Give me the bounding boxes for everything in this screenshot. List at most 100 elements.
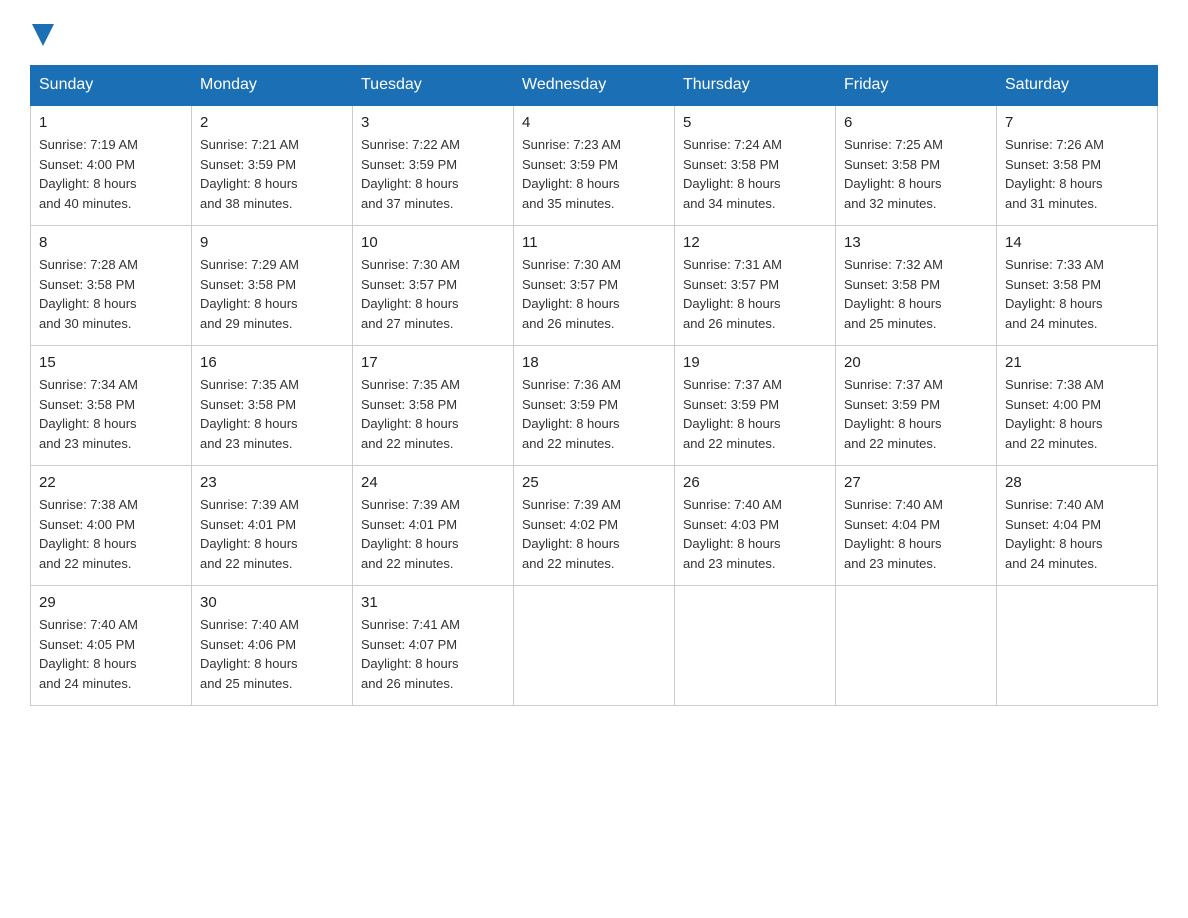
day-info: Sunrise: 7:38 AM Sunset: 4:00 PM Dayligh… — [39, 495, 183, 573]
day-number: 18 — [522, 354, 666, 371]
day-info: Sunrise: 7:37 AM Sunset: 3:59 PM Dayligh… — [844, 375, 988, 453]
column-header-saturday: Saturday — [997, 66, 1158, 106]
logo-triangle-icon — [32, 24, 54, 46]
calendar-week-row: 22 Sunrise: 7:38 AM Sunset: 4:00 PM Dayl… — [31, 466, 1158, 586]
calendar-header-row: SundayMondayTuesdayWednesdayThursdayFrid… — [31, 66, 1158, 106]
day-info: Sunrise: 7:29 AM Sunset: 3:58 PM Dayligh… — [200, 255, 344, 333]
day-number: 11 — [522, 234, 666, 251]
calendar-cell: 8 Sunrise: 7:28 AM Sunset: 3:58 PM Dayli… — [31, 226, 192, 346]
calendar-cell: 28 Sunrise: 7:40 AM Sunset: 4:04 PM Dayl… — [997, 466, 1158, 586]
day-number: 7 — [1005, 114, 1149, 131]
calendar-cell: 16 Sunrise: 7:35 AM Sunset: 3:58 PM Dayl… — [192, 346, 353, 466]
calendar-cell: 10 Sunrise: 7:30 AM Sunset: 3:57 PM Dayl… — [353, 226, 514, 346]
day-number: 5 — [683, 114, 827, 131]
day-number: 14 — [1005, 234, 1149, 251]
day-info: Sunrise: 7:34 AM Sunset: 3:58 PM Dayligh… — [39, 375, 183, 453]
day-number: 28 — [1005, 474, 1149, 491]
day-number: 25 — [522, 474, 666, 491]
day-number: 20 — [844, 354, 988, 371]
calendar-cell: 5 Sunrise: 7:24 AM Sunset: 3:58 PM Dayli… — [675, 105, 836, 226]
calendar-cell: 22 Sunrise: 7:38 AM Sunset: 4:00 PM Dayl… — [31, 466, 192, 586]
calendar-cell: 20 Sunrise: 7:37 AM Sunset: 3:59 PM Dayl… — [836, 346, 997, 466]
calendar-cell — [675, 586, 836, 706]
day-number: 31 — [361, 594, 505, 611]
day-info: Sunrise: 7:39 AM Sunset: 4:01 PM Dayligh… — [200, 495, 344, 573]
day-info: Sunrise: 7:31 AM Sunset: 3:57 PM Dayligh… — [683, 255, 827, 333]
day-info: Sunrise: 7:28 AM Sunset: 3:58 PM Dayligh… — [39, 255, 183, 333]
calendar-cell — [836, 586, 997, 706]
calendar-week-row: 1 Sunrise: 7:19 AM Sunset: 4:00 PM Dayli… — [31, 105, 1158, 226]
day-info: Sunrise: 7:24 AM Sunset: 3:58 PM Dayligh… — [683, 135, 827, 213]
day-info: Sunrise: 7:22 AM Sunset: 3:59 PM Dayligh… — [361, 135, 505, 213]
logo — [30, 20, 54, 45]
calendar-week-row: 29 Sunrise: 7:40 AM Sunset: 4:05 PM Dayl… — [31, 586, 1158, 706]
day-number: 8 — [39, 234, 183, 251]
day-info: Sunrise: 7:33 AM Sunset: 3:58 PM Dayligh… — [1005, 255, 1149, 333]
calendar-cell: 21 Sunrise: 7:38 AM Sunset: 4:00 PM Dayl… — [997, 346, 1158, 466]
calendar-cell: 2 Sunrise: 7:21 AM Sunset: 3:59 PM Dayli… — [192, 105, 353, 226]
day-number: 6 — [844, 114, 988, 131]
calendar-cell: 26 Sunrise: 7:40 AM Sunset: 4:03 PM Dayl… — [675, 466, 836, 586]
day-info: Sunrise: 7:41 AM Sunset: 4:07 PM Dayligh… — [361, 615, 505, 693]
calendar-cell: 15 Sunrise: 7:34 AM Sunset: 3:58 PM Dayl… — [31, 346, 192, 466]
column-header-monday: Monday — [192, 66, 353, 106]
calendar-cell: 13 Sunrise: 7:32 AM Sunset: 3:58 PM Dayl… — [836, 226, 997, 346]
calendar-cell — [514, 586, 675, 706]
day-info: Sunrise: 7:35 AM Sunset: 3:58 PM Dayligh… — [361, 375, 505, 453]
day-info: Sunrise: 7:30 AM Sunset: 3:57 PM Dayligh… — [522, 255, 666, 333]
day-info: Sunrise: 7:30 AM Sunset: 3:57 PM Dayligh… — [361, 255, 505, 333]
day-info: Sunrise: 7:40 AM Sunset: 4:03 PM Dayligh… — [683, 495, 827, 573]
calendar-cell: 3 Sunrise: 7:22 AM Sunset: 3:59 PM Dayli… — [353, 105, 514, 226]
calendar-cell: 31 Sunrise: 7:41 AM Sunset: 4:07 PM Dayl… — [353, 586, 514, 706]
day-info: Sunrise: 7:39 AM Sunset: 4:02 PM Dayligh… — [522, 495, 666, 573]
calendar-cell: 29 Sunrise: 7:40 AM Sunset: 4:05 PM Dayl… — [31, 586, 192, 706]
calendar-cell: 7 Sunrise: 7:26 AM Sunset: 3:58 PM Dayli… — [997, 105, 1158, 226]
day-number: 27 — [844, 474, 988, 491]
day-number: 22 — [39, 474, 183, 491]
calendar-table: SundayMondayTuesdayWednesdayThursdayFrid… — [30, 65, 1158, 706]
day-number: 24 — [361, 474, 505, 491]
day-info: Sunrise: 7:32 AM Sunset: 3:58 PM Dayligh… — [844, 255, 988, 333]
day-info: Sunrise: 7:39 AM Sunset: 4:01 PM Dayligh… — [361, 495, 505, 573]
day-number: 26 — [683, 474, 827, 491]
day-info: Sunrise: 7:19 AM Sunset: 4:00 PM Dayligh… — [39, 135, 183, 213]
day-number: 9 — [200, 234, 344, 251]
day-info: Sunrise: 7:35 AM Sunset: 3:58 PM Dayligh… — [200, 375, 344, 453]
calendar-cell: 17 Sunrise: 7:35 AM Sunset: 3:58 PM Dayl… — [353, 346, 514, 466]
calendar-cell: 12 Sunrise: 7:31 AM Sunset: 3:57 PM Dayl… — [675, 226, 836, 346]
day-number: 19 — [683, 354, 827, 371]
column-header-friday: Friday — [836, 66, 997, 106]
day-info: Sunrise: 7:21 AM Sunset: 3:59 PM Dayligh… — [200, 135, 344, 213]
calendar-cell: 27 Sunrise: 7:40 AM Sunset: 4:04 PM Dayl… — [836, 466, 997, 586]
day-number: 17 — [361, 354, 505, 371]
day-info: Sunrise: 7:23 AM Sunset: 3:59 PM Dayligh… — [522, 135, 666, 213]
day-number: 23 — [200, 474, 344, 491]
column-header-tuesday: Tuesday — [353, 66, 514, 106]
calendar-cell: 19 Sunrise: 7:37 AM Sunset: 3:59 PM Dayl… — [675, 346, 836, 466]
day-number: 10 — [361, 234, 505, 251]
day-info: Sunrise: 7:40 AM Sunset: 4:06 PM Dayligh… — [200, 615, 344, 693]
day-number: 15 — [39, 354, 183, 371]
day-number: 3 — [361, 114, 505, 131]
calendar-cell: 24 Sunrise: 7:39 AM Sunset: 4:01 PM Dayl… — [353, 466, 514, 586]
calendar-cell: 18 Sunrise: 7:36 AM Sunset: 3:59 PM Dayl… — [514, 346, 675, 466]
calendar-week-row: 8 Sunrise: 7:28 AM Sunset: 3:58 PM Dayli… — [31, 226, 1158, 346]
calendar-cell: 1 Sunrise: 7:19 AM Sunset: 4:00 PM Dayli… — [31, 105, 192, 226]
day-number: 29 — [39, 594, 183, 611]
column-header-wednesday: Wednesday — [514, 66, 675, 106]
day-info: Sunrise: 7:36 AM Sunset: 3:59 PM Dayligh… — [522, 375, 666, 453]
day-number: 2 — [200, 114, 344, 131]
calendar-week-row: 15 Sunrise: 7:34 AM Sunset: 3:58 PM Dayl… — [31, 346, 1158, 466]
calendar-cell — [997, 586, 1158, 706]
day-info: Sunrise: 7:38 AM Sunset: 4:00 PM Dayligh… — [1005, 375, 1149, 453]
day-info: Sunrise: 7:26 AM Sunset: 3:58 PM Dayligh… — [1005, 135, 1149, 213]
calendar-cell: 25 Sunrise: 7:39 AM Sunset: 4:02 PM Dayl… — [514, 466, 675, 586]
calendar-cell: 11 Sunrise: 7:30 AM Sunset: 3:57 PM Dayl… — [514, 226, 675, 346]
column-header-thursday: Thursday — [675, 66, 836, 106]
day-number: 12 — [683, 234, 827, 251]
day-number: 4 — [522, 114, 666, 131]
day-info: Sunrise: 7:37 AM Sunset: 3:59 PM Dayligh… — [683, 375, 827, 453]
day-number: 16 — [200, 354, 344, 371]
day-number: 13 — [844, 234, 988, 251]
day-info: Sunrise: 7:40 AM Sunset: 4:05 PM Dayligh… — [39, 615, 183, 693]
